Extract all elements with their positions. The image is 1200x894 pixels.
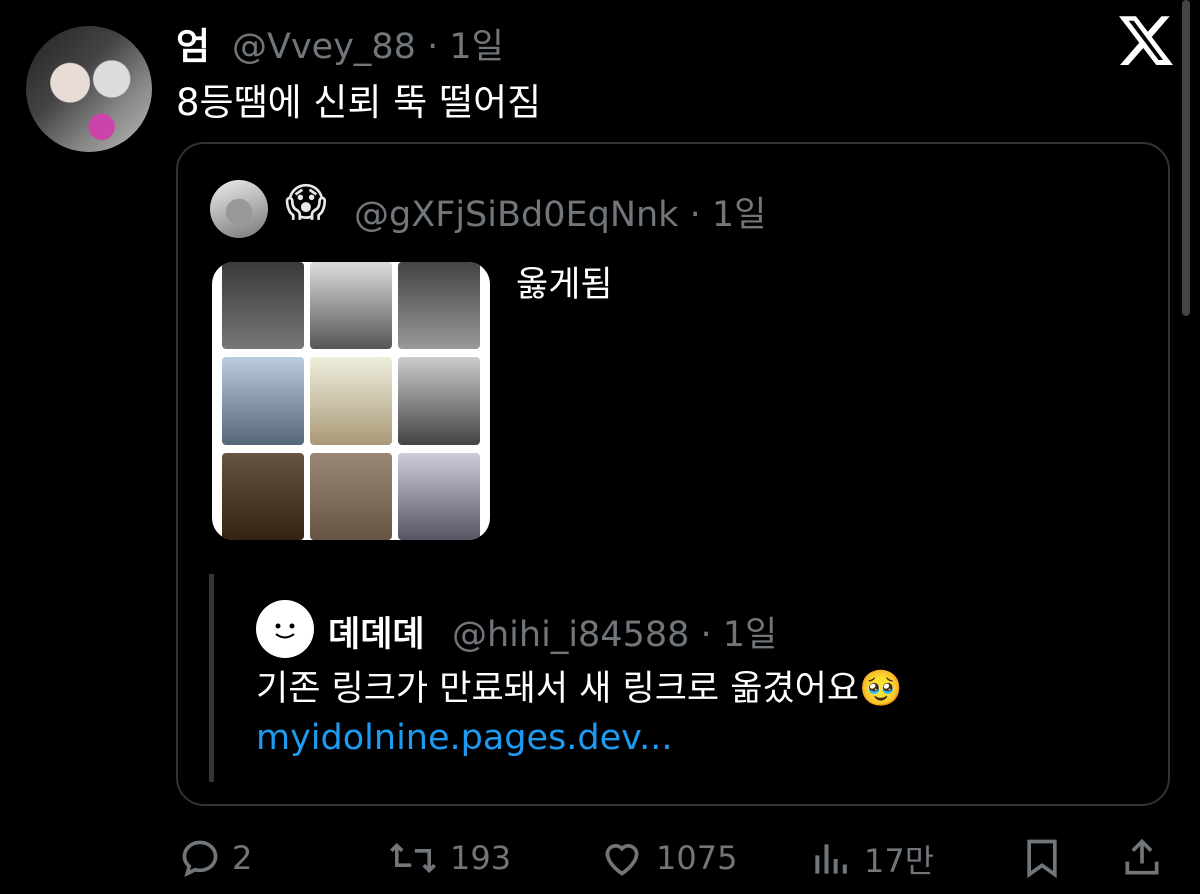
quoted-handle-time[interactable]: @gXFjSiBd0EqNnk · 1일 <box>354 186 766 237</box>
nested-text: 기존 링크가 만료돼서 새 링크로 옮겼어요🥹 <box>256 669 903 709</box>
nested-avatar[interactable] <box>256 600 314 658</box>
grid-photo <box>398 357 480 445</box>
grid-photo <box>310 452 392 540</box>
quoted-image[interactable] <box>212 262 490 540</box>
smiley-avatar-icon <box>275 623 295 639</box>
retweet-icon <box>390 842 436 874</box>
views-icon <box>815 844 847 874</box>
bookmark-icon <box>1027 839 1057 879</box>
scrollbar[interactable] <box>1182 0 1190 316</box>
thread-line <box>209 574 214 782</box>
reply-button[interactable]: 2 <box>178 836 252 880</box>
author-avatar[interactable] <box>26 26 152 152</box>
grid-photo <box>310 262 392 350</box>
grid-photo <box>398 262 480 350</box>
retweet-button[interactable]: 193 <box>386 836 511 880</box>
grid-photo <box>222 357 304 445</box>
retweet-count: 193 <box>450 839 512 877</box>
image-grid <box>222 262 480 540</box>
like-button[interactable]: 1075 <box>598 836 737 880</box>
grid-photo <box>222 452 304 540</box>
nested-author-name[interactable]: 뎨뎨뎨 <box>328 606 425 657</box>
views-button[interactable]: 17만 <box>810 836 934 882</box>
share-icon <box>1125 838 1159 875</box>
nested-link[interactable]: myidolnine.pages.dev... <box>256 718 673 758</box>
reply-count: 2 <box>232 839 253 877</box>
quoted-name-emoji: 😱 <box>285 180 327 226</box>
grid-photo <box>310 357 392 445</box>
x-logo-icon[interactable] <box>1116 10 1176 70</box>
grid-photo <box>398 452 480 540</box>
reply-icon <box>182 840 218 877</box>
nested-handle-time[interactable]: @hihi_i84588 · 1일 <box>452 606 777 657</box>
bookmark-button[interactable] <box>1020 836 1064 880</box>
author-name[interactable]: 엄 <box>176 16 210 70</box>
action-bar: 2 193 1075 17만 <box>0 830 1200 886</box>
grid-photo <box>222 262 304 350</box>
quoted-text: 옳게됨 <box>516 265 613 305</box>
author-handle-time[interactable]: @Vvey_88 · 1일 <box>232 18 504 69</box>
tweet-text: 8등땜에 신뢰 뚝 떨어짐 <box>176 81 542 124</box>
quoted-avatar[interactable] <box>210 180 268 238</box>
like-count: 1075 <box>656 839 738 877</box>
views-count: 17만 <box>864 842 935 880</box>
like-icon <box>605 844 639 876</box>
share-button[interactable] <box>1120 836 1164 880</box>
